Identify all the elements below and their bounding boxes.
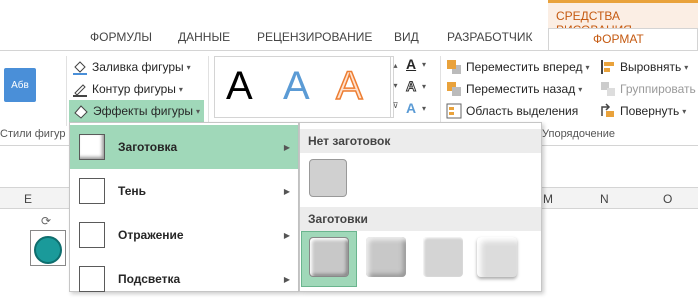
group-icon [600,81,616,97]
group-label: Группировать [620,82,696,96]
submenu-arrow-icon: ▶ [283,142,290,152]
tab-data[interactable]: ДАННЫЕ [178,30,230,44]
menu-item-shadow[interactable]: Тень ▶ [70,169,298,213]
preset-4[interactable] [477,237,517,277]
preset-3[interactable] [423,237,463,277]
gallery-header-none: Нет заготовок [300,129,541,153]
group-button[interactable]: Группировать [600,79,696,99]
pencil-icon [72,81,88,97]
text-fill-icon[interactable]: A [406,56,416,72]
preset-2[interactable] [366,237,406,277]
wordart-style-black[interactable]: A [226,64,253,109]
menu-item-glow[interactable]: Подсветка ▶ [70,257,298,301]
shape-fill-button[interactable]: Заливка фигуры ▾ [72,57,191,77]
shape-outline-button[interactable]: Контур фигуры ▾ [72,79,183,99]
wordart-scroll[interactable]: ▴ ▾ ⊽ [390,56,400,118]
send-backward-button[interactable]: Переместить назад ▾ [446,79,582,99]
wordart-style-orange[interactable]: A [335,63,363,109]
glow-thumb-icon [79,266,105,292]
preset-none[interactable] [309,159,347,197]
selection-pane-icon [446,103,462,119]
shape-style-sample[interactable]: Абв [4,68,36,102]
shape-effects-menu: Заготовка ▶ Тень ▶ Отражение ▶ Подсветка… [69,122,299,292]
group-label-styles: Стили фигур [0,128,66,140]
submenu-arrow-icon: ▶ [283,230,290,240]
chevron-down-icon: ▾ [186,62,191,72]
menu-item-label: Подсветка [118,272,181,286]
gallery-header-none-label: Нет заготовок [308,134,391,148]
menu-item-label: Заготовка [118,140,178,154]
menu-item-preset[interactable]: Заготовка ▶ [70,125,298,169]
chevron-down-icon: ▾ [585,62,590,72]
bring-forward-icon [446,59,462,75]
preset-gallery: Нет заготовок Заготовки [299,122,542,292]
chevron-down-icon: ▾ [422,104,427,113]
shape-fill-label: Заливка фигуры [92,60,184,74]
text-outline-icon[interactable]: A [405,78,416,95]
tab-format-label: ФОРМАТ [593,32,644,46]
wordart-style-blue[interactable]: A [283,64,310,109]
tab-review[interactable]: РЕЦЕНЗИРОВАНИЕ [257,30,372,44]
drawing-tools-header: СРЕДСТВА РИСОВАНИЯ [548,0,698,37]
shadow-thumb-icon [79,178,105,204]
shape-effects-icon [73,103,89,119]
selected-shape[interactable] [34,236,62,264]
menu-item-reflection[interactable]: Отражение ▶ [70,213,298,257]
align-label: Выровнять [620,60,682,74]
rotate-handle-icon[interactable]: ⟳ [41,214,51,228]
column-header-m[interactable]: M [543,192,553,206]
text-effects-icon[interactable]: A [406,100,416,116]
tab-view[interactable]: ВИД [394,30,419,44]
column-header-e[interactable]: E [24,192,32,206]
tab-formulas[interactable]: ФОРМУЛЫ [90,30,152,44]
menu-item-label: Отражение [118,228,184,242]
gallery-header-presets: Заготовки [300,207,541,231]
chevron-down-icon: ▾ [422,60,427,69]
chevron-down-icon: ▾ [684,62,689,72]
selection-pane-button[interactable]: Область выделения [446,101,578,121]
bring-forward-label: Переместить вперед [466,60,583,74]
bring-forward-button[interactable]: Переместить вперед ▾ [446,57,590,77]
preset-thumb-icon [79,134,105,160]
reflection-thumb-icon [79,222,105,248]
shape-outline-label: Контур фигуры [92,82,176,96]
send-backward-icon [446,81,462,97]
chevron-down-icon: ▾ [178,84,183,94]
tab-developer[interactable]: РАЗРАБОТЧИК [447,30,533,44]
shape-effects-label: Эффекты фигуры [93,104,194,118]
submenu-arrow-icon: ▶ [283,186,290,196]
menu-item-label: Тень [118,184,147,198]
column-header-o[interactable]: O [663,192,672,206]
selection-pane-label: Область выделения [466,104,579,118]
preset-1[interactable] [309,237,349,277]
submenu-arrow-icon: ▶ [283,274,290,284]
align-icon [600,59,616,75]
rotate-icon [600,103,616,119]
align-button[interactable]: Выровнять ▾ [600,57,688,77]
send-backward-label: Переместить назад [466,82,576,96]
tab-format[interactable]: ФОРМАТ [548,28,698,51]
chevron-down-icon: ▾ [422,82,427,91]
rotate-button[interactable]: Повернуть ▾ [600,101,686,121]
group-label-arrange: Упорядочение [542,128,615,140]
shape-effects-button[interactable]: Эффекты фигуры ▾ [69,100,205,122]
chevron-down-icon: ▾ [196,106,201,116]
paint-bucket-icon [72,59,88,75]
rotate-label: Повернуть [620,104,680,118]
chevron-down-icon: ▾ [682,106,687,116]
column-header-n[interactable]: N [600,192,609,206]
gallery-header-presets-label: Заготовки [308,212,368,226]
chevron-down-icon: ▾ [578,84,583,94]
